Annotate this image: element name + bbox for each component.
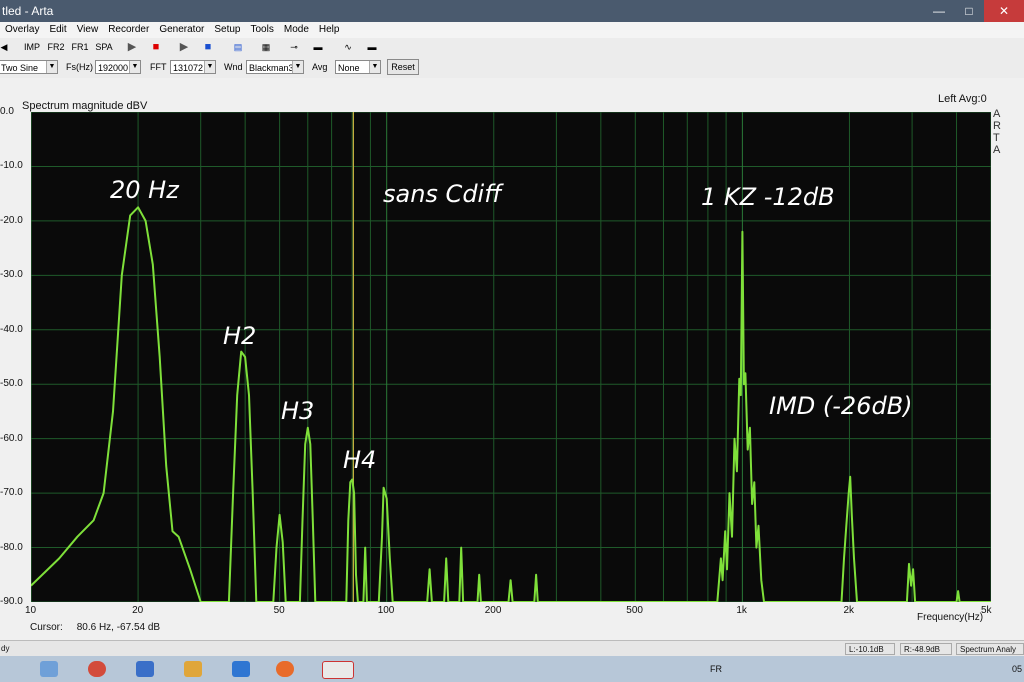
annotation-1kz: 1 KZ -12dB	[701, 183, 835, 211]
menu-setup[interactable]: Setup	[209, 22, 245, 38]
x-tick-label: 20	[132, 605, 144, 616]
fr1-button[interactable]: FR1	[70, 40, 90, 55]
y-tick-label: -50.0	[0, 378, 23, 390]
play-icon[interactable]: ▶	[124, 40, 140, 55]
y-tick-label: -10.0	[0, 160, 23, 172]
annotation-h4: H4	[343, 446, 377, 474]
annotation-h3: H3	[281, 397, 315, 425]
maximize-icon[interactable]: □	[954, 0, 984, 22]
chevron-down-icon: ▼	[292, 61, 303, 73]
hardware-icon[interactable]: ▬	[310, 40, 326, 55]
status-left: dy	[1, 644, 10, 653]
firefox-icon[interactable]	[276, 661, 294, 677]
x-tick-label: 2k	[843, 605, 855, 616]
cursor-readout: Cursor: 80.6 Hz, -67.54 dB	[30, 622, 160, 633]
arta-task-icon[interactable]	[322, 661, 354, 679]
fs-label: Fs(Hz)	[66, 62, 93, 72]
status-r-level: R:-48.9dB	[900, 643, 952, 655]
menu-help[interactable]: Help	[314, 22, 345, 38]
annotation-sans-cdiff: sans Cdiff	[383, 180, 502, 208]
channel-avg-readout: Left Avg:0	[938, 93, 987, 105]
menu-generator[interactable]: Generator	[154, 22, 209, 38]
y-tick-label: 0.0	[0, 106, 14, 117]
reset-button[interactable]: Reset	[387, 59, 419, 75]
rec-settings-icon[interactable]: ▤	[228, 40, 248, 55]
arrow-left-icon[interactable]: ◀	[0, 40, 12, 55]
x-tick-label: 1k	[736, 605, 747, 616]
x-tick-label: 500	[626, 605, 643, 616]
device-icon[interactable]: ▬	[364, 40, 380, 55]
y-tick-label: -80.0	[0, 541, 23, 553]
signal-select[interactable]: Two Sine ▼	[0, 60, 58, 74]
imp-button[interactable]: IMP	[22, 40, 42, 55]
y-tick-label: -40.0	[0, 323, 23, 335]
minimize-icon[interactable]: —	[924, 0, 954, 22]
x-tick-label: 50	[273, 605, 285, 616]
cursor-value: 80.6 Hz, -67.54 dB	[76, 622, 161, 633]
explorer-icon[interactable]	[40, 661, 58, 677]
spa-button[interactable]: SPA	[94, 40, 114, 55]
grid-icon[interactable]: ▦	[258, 40, 274, 55]
chevron-down-icon: ▼	[204, 61, 215, 73]
annotation-20hz: 20 Hz	[110, 176, 179, 204]
x-tick-label: 200	[484, 605, 502, 616]
x-tick-label: 10	[25, 605, 37, 616]
app-icon[interactable]	[136, 661, 154, 677]
wnd-label: Wnd	[224, 62, 243, 72]
menu-mode[interactable]: Mode	[279, 22, 314, 38]
fs-select[interactable]: 192000 ▼	[95, 60, 141, 74]
chevron-down-icon: ▼	[129, 61, 140, 73]
stop-icon[interactable]: ■	[200, 40, 216, 55]
chevron-down-icon: ▼	[46, 61, 57, 73]
taskbar: FR 05	[0, 656, 1024, 682]
x-tick-label: 100	[377, 605, 395, 616]
clock[interactable]: 05	[1012, 664, 1022, 674]
language-indicator[interactable]: FR	[710, 664, 722, 674]
scope-icon[interactable]: ∿	[340, 40, 356, 55]
menu-overlay[interactable]: Overlay	[0, 22, 44, 38]
menu-bar: Overlay Edit View Recorder Generator Set…	[0, 22, 1024, 38]
folder-icon[interactable]	[184, 661, 202, 677]
menu-view[interactable]: View	[72, 22, 104, 38]
fft-label: FFT	[150, 62, 167, 72]
y-tick-label: -30.0	[0, 269, 23, 281]
annotation-h2: H2	[223, 322, 257, 350]
record-icon[interactable]: ■	[148, 40, 164, 55]
status-l-level: L:-10.1dB	[845, 643, 895, 655]
y-tick-label: -70.0	[0, 487, 23, 499]
window-controls: — □ ✕	[924, 0, 1024, 22]
cursor-label: Cursor:	[30, 622, 63, 633]
arta-window: tled - Arta — □ ✕ Overlay Edit View Reco…	[0, 0, 1024, 682]
avg-label: Avg	[312, 62, 328, 72]
close-icon[interactable]: ✕	[984, 0, 1024, 22]
chevron-down-icon: ▼	[369, 61, 380, 73]
status-mode: Spectrum Analy	[956, 643, 1024, 655]
play-icon-2[interactable]: ▶	[176, 40, 192, 55]
y-tick-label: -20.0	[0, 214, 23, 226]
arta-side-label: A R T A	[993, 108, 1001, 156]
menu-tools[interactable]: Tools	[246, 22, 279, 38]
status-bar: dy L:-10.1dB R:-48.9dB Spectrum Analy	[0, 640, 1024, 657]
y-tick-label: -60.0	[0, 432, 23, 444]
settings-toolbar: Two Sine ▼ Fs(Hz) 192000 ▼ FFT 131072 ▼ Wnd…	[0, 58, 1024, 78]
window-title: tled - Arta	[2, 4, 54, 18]
chrome-icon[interactable]	[88, 661, 106, 677]
avg-select[interactable]: None ▼	[335, 60, 381, 74]
probe-icon[interactable]: ⊸	[286, 40, 302, 55]
fft-select[interactable]: 131072 ▼	[170, 60, 216, 74]
title-bar: tled - Arta — □ ✕	[0, 0, 1024, 22]
plot-title: Spectrum magnitude dBV	[22, 100, 148, 112]
fr2-button[interactable]: FR2	[46, 40, 66, 55]
x-axis-label: Frequency(Hz)	[917, 612, 984, 623]
menu-recorder[interactable]: Recorder	[103, 22, 154, 38]
ie-icon[interactable]	[232, 661, 250, 677]
menu-edit[interactable]: Edit	[44, 22, 71, 38]
main-toolbar: ◀ IMP FR2 FR1 SPA ▶ ■ ▶ ■ ▤ ▦ ⊸ ▬ ∿ ▬	[0, 38, 1024, 59]
annotation-imd: IMD (-26dB)	[769, 392, 913, 420]
wnd-select[interactable]: Blackman3 ▼	[246, 60, 304, 74]
